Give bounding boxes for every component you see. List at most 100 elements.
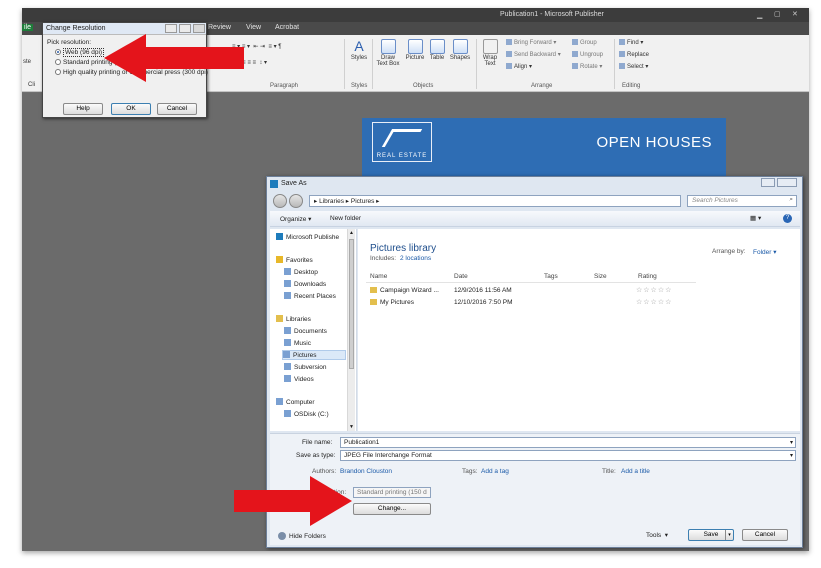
save-button[interactable]: Save ▾ xyxy=(688,529,734,541)
tab-acrobat[interactable]: Acrobat xyxy=(275,24,299,31)
column-rating[interactable]: Rating xyxy=(638,273,657,280)
find-button[interactable]: Find ▾ xyxy=(619,39,643,46)
styles-button[interactable]: A Styles xyxy=(349,39,369,61)
separator xyxy=(614,39,615,89)
music-icon xyxy=(284,339,291,346)
chevron-down-icon[interactable]: ▾ xyxy=(790,452,793,459)
maximize-icon[interactable]: ▢ xyxy=(774,10,781,18)
nav-item-desktop[interactable]: Desktop xyxy=(284,268,318,276)
tab-file[interactable]: ile xyxy=(22,24,34,31)
rating-stars[interactable]: ☆☆☆☆☆ xyxy=(636,286,672,294)
column-date[interactable]: Date xyxy=(454,273,468,280)
nav-item-downloads[interactable]: Downloads xyxy=(284,280,326,288)
nav-item-favorites[interactable]: Favorites xyxy=(276,256,313,264)
downloads-icon xyxy=(284,280,291,287)
group-button[interactable]: Group xyxy=(572,39,597,46)
arrow-head xyxy=(104,34,146,82)
column-size[interactable]: Size xyxy=(594,273,607,280)
group-styles: Styles xyxy=(351,83,368,89)
radio-icon xyxy=(55,69,61,75)
nav-item-subversion[interactable]: Subversion xyxy=(284,363,327,371)
select-button[interactable]: Select ▾ xyxy=(619,63,648,70)
bring-forward-button[interactable]: Bring Forward ▾ xyxy=(506,39,556,46)
title-value[interactable]: Add a title xyxy=(621,468,650,475)
radio-web[interactable]: Web (96 dpi) xyxy=(55,48,105,57)
shapes-button[interactable]: Shapes xyxy=(449,39,471,61)
new-folder-button[interactable]: New folder xyxy=(330,215,361,222)
cancel-button[interactable]: Cancel xyxy=(157,103,197,115)
scroll-thumb[interactable] xyxy=(349,239,354,369)
subversion-icon xyxy=(284,363,291,370)
search-input[interactable]: Search Pictures ⌕ xyxy=(687,195,797,207)
wrap-text-button[interactable]: Wrap Text xyxy=(479,39,501,67)
disk-icon xyxy=(284,410,291,417)
arrow-head xyxy=(310,476,352,526)
tab-view[interactable]: View xyxy=(246,24,261,31)
save-dropdown-icon[interactable]: ▾ xyxy=(725,530,733,540)
close-icon[interactable] xyxy=(777,178,797,187)
help-icon[interactable] xyxy=(179,24,191,33)
tools-button[interactable]: Tools ▾ xyxy=(646,531,668,539)
save-as-cancel-button[interactable]: Cancel xyxy=(742,529,788,541)
nav-item-pictures[interactable]: Pictures xyxy=(282,350,346,360)
table-row[interactable]: Campaign Wizard ... 12/9/2016 11:56 AM ☆… xyxy=(368,287,688,297)
replace-button[interactable]: Replace xyxy=(619,51,649,58)
nav-item-documents[interactable]: Documents xyxy=(284,327,327,335)
tab-review[interactable]: Review xyxy=(208,24,231,31)
nav-item-osdisk[interactable]: OSDisk (C:) xyxy=(284,410,329,418)
nav-item-computer[interactable]: Computer xyxy=(276,398,315,406)
nav-item-recent[interactable]: Recent Places xyxy=(284,292,336,300)
save-as-title-bar: Save As xyxy=(267,177,802,191)
ok-button[interactable]: OK xyxy=(111,103,151,115)
column-tags[interactable]: Tags xyxy=(544,273,558,280)
change-resolution-button[interactable]: Change... xyxy=(353,503,431,515)
scroll-up-icon[interactable]: ▲ xyxy=(349,230,354,236)
group-paragraph: Paragraph xyxy=(270,83,299,89)
nav-item-libraries[interactable]: Libraries xyxy=(276,315,311,323)
draw-text-box-button[interactable]: Draw Text Box xyxy=(375,39,401,67)
roof-icon xyxy=(381,129,423,147)
table-row[interactable]: My Pictures 12/10/2016 7:50 PM ☆☆☆☆☆ xyxy=(368,299,688,309)
nav-label: Videos xyxy=(294,376,314,383)
picture-button[interactable]: Picture xyxy=(404,39,426,61)
chevron-down-icon[interactable]: ▾ xyxy=(790,439,793,446)
help-button[interactable]: Help xyxy=(63,103,103,115)
nav-item-publisher[interactable]: Microsoft Publishe xyxy=(276,233,339,241)
close-icon[interactable] xyxy=(193,24,205,33)
organize-button[interactable]: Organize ▾ xyxy=(280,215,311,223)
send-backward-button[interactable]: Send Backward ▾ xyxy=(506,51,561,58)
nav-scrollbar[interactable]: ▲ ▼ xyxy=(347,229,355,431)
table-button[interactable]: Table xyxy=(427,39,447,61)
rotate-button[interactable]: Rotate ▾ xyxy=(572,63,602,70)
minimize-icon[interactable] xyxy=(761,178,775,187)
resolution-value: Standard printing (150 d xyxy=(357,489,427,496)
back-button[interactable] xyxy=(273,194,287,208)
nav-item-music[interactable]: Music xyxy=(284,339,311,347)
nav-label: Downloads xyxy=(294,281,327,288)
address-bar[interactable]: ▸ Libraries ▸ Pictures ▸ xyxy=(309,195,681,207)
replace-icon xyxy=(619,51,625,57)
align-button[interactable]: Align ▾ xyxy=(506,63,532,70)
save-type-select[interactable]: JPEG File Interchange Format ▾ xyxy=(340,450,796,461)
scroll-down-icon[interactable]: ▼ xyxy=(349,424,354,430)
resolution-field: Standard printing (150 d xyxy=(353,487,431,498)
authors-value[interactable]: Brandon Clouston xyxy=(340,468,392,475)
hide-folders-button[interactable]: Hide Folders xyxy=(278,532,326,540)
minimize-icon[interactable]: ▁ xyxy=(757,11,762,19)
close-icon[interactable]: ✕ xyxy=(792,10,798,18)
rating-stars[interactable]: ☆☆☆☆☆ xyxy=(636,298,672,306)
tags-value[interactable]: Add a tag xyxy=(481,468,509,475)
includes-link[interactable]: 2 locations xyxy=(400,255,431,262)
ungroup-button[interactable]: Ungroup xyxy=(572,51,603,58)
arrange-by-dropdown[interactable]: Folder ▾ xyxy=(753,248,777,256)
view-options-icon[interactable]: ▦ ▾ xyxy=(750,214,761,222)
minimize-icon[interactable] xyxy=(165,24,177,33)
find-label: Find xyxy=(627,40,639,46)
file-name-input[interactable]: Publication1 ▾ xyxy=(340,437,796,448)
help-icon[interactable]: ? xyxy=(783,214,792,223)
nav-item-videos[interactable]: Videos xyxy=(284,375,314,383)
table-icon xyxy=(429,39,445,54)
nav-label: Subversion xyxy=(294,364,327,371)
column-name[interactable]: Name xyxy=(370,273,387,280)
forward-button[interactable] xyxy=(289,194,303,208)
